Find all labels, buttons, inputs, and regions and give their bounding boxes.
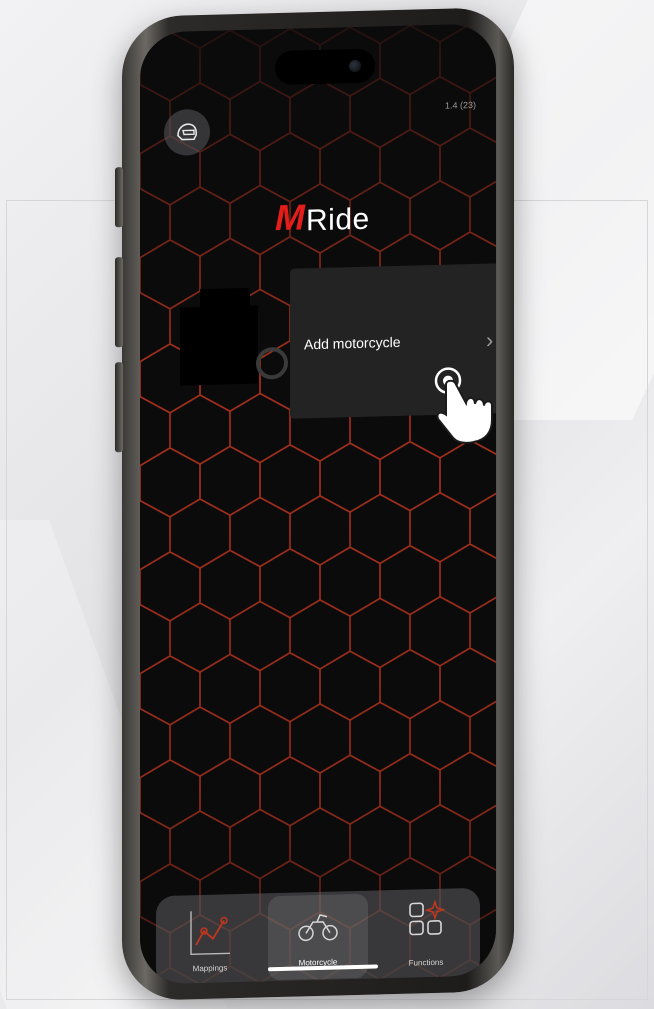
- motorcycle-icon: [298, 914, 338, 942]
- phone-device: 1.4 (23) M Ride Add motorcycle › Mapping…: [115, 6, 514, 1002]
- chevron-right-icon: ›: [486, 327, 494, 353]
- app-version: 1.4 (23): [444, 99, 476, 111]
- tab-functions[interactable]: Functions: [376, 888, 476, 981]
- app-logo: M Ride: [275, 196, 370, 239]
- add-motorcycle-label: Add motorcycle: [304, 333, 401, 353]
- volume-down-button: [115, 362, 123, 453]
- app-screen: 1.4 (23) M Ride Add motorcycle › Mapping…: [140, 23, 496, 985]
- bottom-tab-bar: Mappings Motorcycle Functions: [156, 887, 480, 985]
- tab-mappings[interactable]: Mappings: [160, 894, 260, 985]
- action-button: [115, 167, 123, 228]
- logo-ride: Ride: [306, 202, 370, 238]
- line-chart-icon: [190, 911, 230, 956]
- motorcycle-silhouette-image: [180, 287, 288, 386]
- camera-icon: [349, 59, 361, 73]
- tap-hand-icon: [434, 367, 493, 444]
- tab-mappings-label: Mappings: [192, 963, 228, 974]
- tab-functions-label: Functions: [408, 957, 444, 968]
- helmet-icon: [177, 123, 198, 141]
- function-grid-icon: [409, 899, 446, 936]
- volume-up-button: [115, 257, 123, 348]
- logo-m: M: [275, 196, 304, 239]
- hexagon-background: [140, 23, 496, 985]
- dynamic-island: [275, 48, 375, 86]
